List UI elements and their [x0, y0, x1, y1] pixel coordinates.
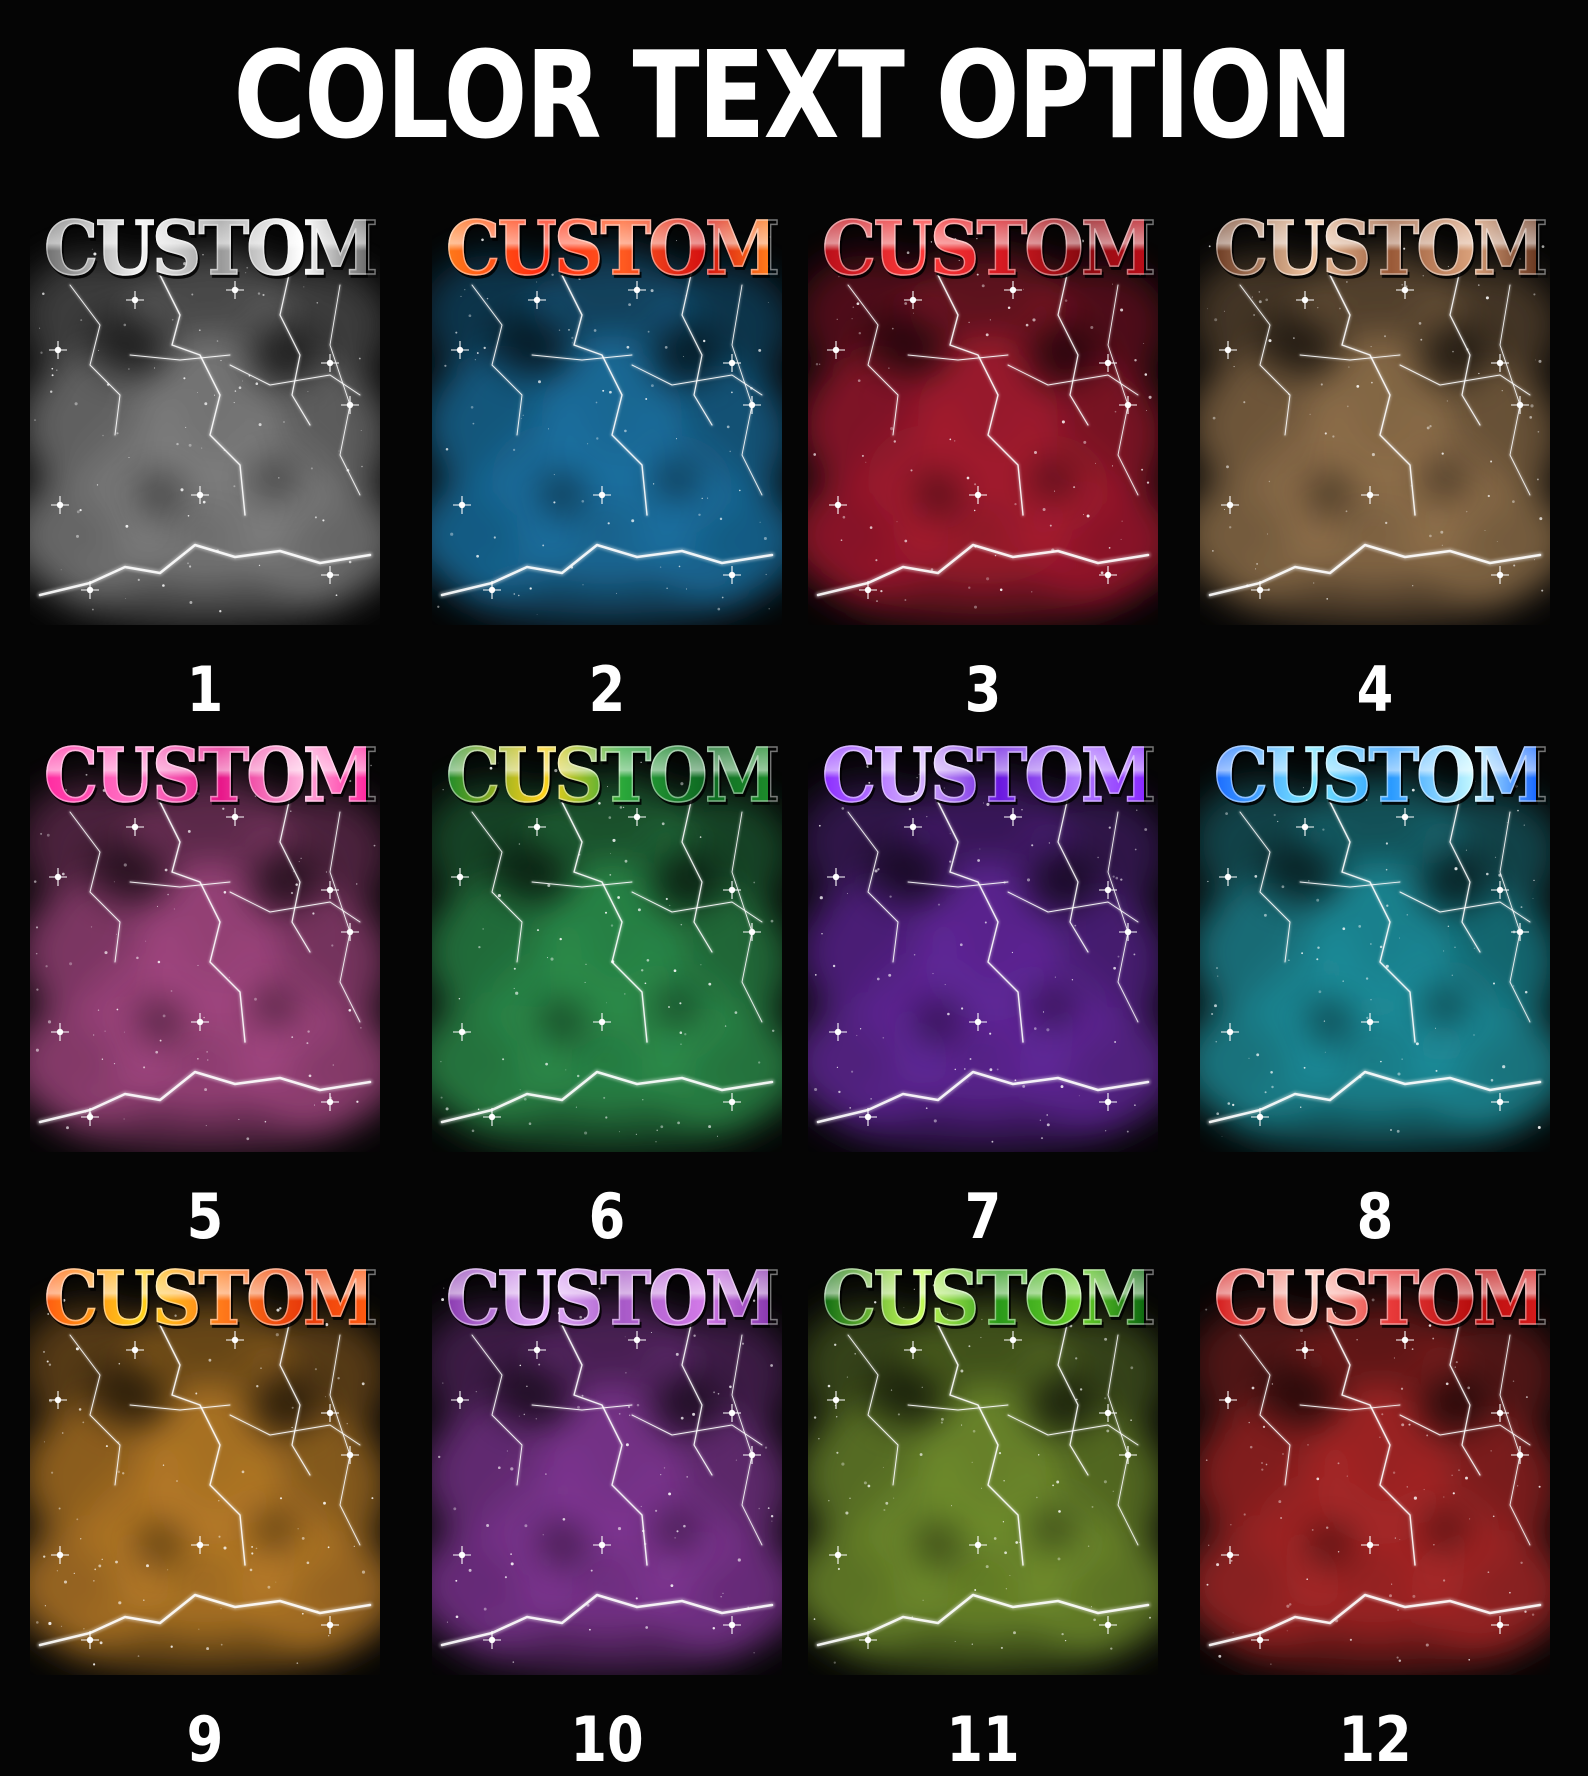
option-number-9: 9 [186, 1703, 224, 1776]
custom-text-10: CUSTOM [445, 1251, 781, 1347]
option-number-10: 10 [570, 1703, 644, 1776]
custom-text-4: CUSTOM [1213, 201, 1549, 297]
color-option-8[interactable]: CUSTOM 8 [1200, 722, 1550, 1252]
custom-text-2: CUSTOM [445, 201, 781, 297]
custom-text-12: CUSTOM [1213, 1251, 1549, 1347]
custom-text-7: CUSTOM [821, 728, 1157, 824]
option-number-6: 6 [588, 1180, 626, 1253]
custom-text-5: CUSTOM [43, 728, 379, 824]
option-number-11: 11 [946, 1703, 1020, 1776]
option-number-1: 1 [186, 653, 224, 726]
color-option-1[interactable]: CUSTOM 1 [30, 195, 380, 725]
option-number-4: 4 [1356, 653, 1394, 726]
color-option-7[interactable]: CUSTOM 7 [808, 722, 1158, 1252]
color-option-3[interactable]: CUSTOM 3 [808, 195, 1158, 725]
option-number-7: 7 [964, 1180, 1002, 1253]
color-option-4[interactable]: CUSTOM 4 [1200, 195, 1550, 725]
option-number-5: 5 [186, 1180, 224, 1253]
color-option-9[interactable]: CUSTOM 9 [30, 1245, 380, 1775]
option-number-8: 8 [1356, 1180, 1394, 1253]
custom-text-9: CUSTOM [43, 1251, 379, 1347]
color-option-10[interactable]: CUSTOM 10 [432, 1245, 782, 1775]
option-number-2: 2 [588, 653, 626, 726]
option-number-12: 12 [1338, 1703, 1412, 1776]
custom-text-3: CUSTOM [821, 201, 1157, 297]
option-number-3: 3 [964, 653, 1002, 726]
color-option-5[interactable]: CUSTOM 5 [30, 722, 380, 1252]
custom-text-8: CUSTOM [1213, 728, 1549, 824]
custom-text-6: CUSTOM [445, 728, 781, 824]
custom-text-1: CUSTOM [43, 201, 379, 297]
page-title: COLOR TEXT OPTION [233, 27, 1354, 166]
color-option-11[interactable]: CUSTOM 11 [808, 1245, 1158, 1775]
color-option-2[interactable]: CUSTOM 2 [432, 195, 782, 725]
custom-text-11: CUSTOM [821, 1251, 1157, 1347]
color-option-6[interactable]: CUSTOM 6 [432, 722, 782, 1252]
color-option-12[interactable]: CUSTOM 12 [1200, 1245, 1550, 1775]
